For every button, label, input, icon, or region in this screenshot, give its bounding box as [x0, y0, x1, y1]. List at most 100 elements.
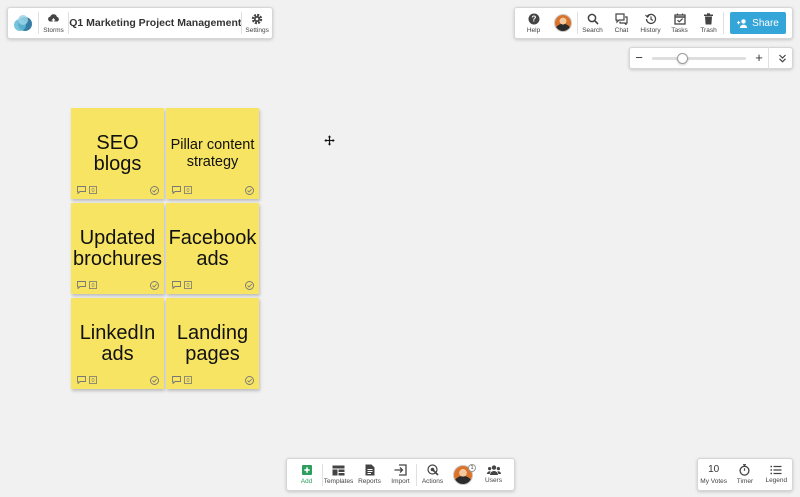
timer-button[interactable]: Timer [730, 460, 760, 490]
sticky-note[interactable]: SEO blogs 0 [71, 108, 164, 199]
note-footer: 0 [77, 376, 97, 384]
import-button[interactable]: Import [385, 460, 416, 490]
actions-button[interactable]: Actions [417, 460, 448, 490]
sticky-note[interactable]: Updated brochures 0 [71, 203, 164, 294]
history-button[interactable]: History [636, 8, 665, 38]
import-icon [394, 464, 407, 476]
actions-icon [426, 464, 439, 476]
zoom-control: − + [629, 47, 793, 69]
trash-label: Trash [700, 26, 717, 34]
divider [723, 12, 724, 34]
actions-label: Actions [421, 478, 444, 485]
check-circle-icon[interactable] [150, 186, 159, 195]
add-user-icon [737, 18, 748, 28]
note-text: LinkedIn ads [79, 322, 156, 365]
help-icon: ? [528, 13, 539, 24]
tasks-button[interactable]: Tasks [665, 8, 694, 38]
add-note-icon [301, 465, 312, 475]
templates-button[interactable]: Templates [323, 460, 354, 490]
chat-label: Chat [614, 26, 629, 34]
chat-button[interactable]: Chat [607, 8, 636, 38]
move-cursor-icon [324, 135, 335, 146]
settings-button[interactable]: Settings [242, 8, 272, 38]
note-count: 0 [91, 188, 94, 194]
sticky-note[interactable]: Pillar content strategy 0 [166, 108, 259, 199]
report-icon [365, 464, 374, 476]
divider [768, 47, 769, 69]
note-count: 0 [186, 283, 189, 289]
note-text: Landing pages [176, 322, 249, 365]
add-button[interactable]: Add [291, 460, 322, 490]
count-box-icon: 0 [184, 186, 192, 194]
profile-button[interactable] [548, 8, 577, 38]
timer-icon [739, 464, 751, 476]
history-label: History [640, 26, 661, 34]
sticky-note[interactable]: Landing pages 0 [166, 298, 259, 389]
storms-label: Storms [43, 26, 64, 34]
comment-icon[interactable] [172, 376, 181, 384]
note-count: 0 [91, 283, 94, 289]
comment-icon[interactable] [172, 281, 181, 289]
settings-label: Settings [245, 26, 269, 34]
top-toolbar: ? Help Search Chat History Tasks Trash S… [514, 7, 793, 39]
count-box-icon: 0 [89, 376, 97, 384]
votes-count: 10 [708, 463, 720, 475]
check-circle-icon[interactable] [150, 281, 159, 290]
note-footer: 0 [77, 281, 97, 289]
count-box-icon: 0 [184, 281, 192, 289]
help-button[interactable]: ? Help [519, 8, 548, 38]
storms-button[interactable]: Storms [39, 8, 69, 38]
active-user[interactable]: 1 [448, 463, 478, 485]
cloud-upload-icon [48, 13, 59, 24]
search-label: Search [582, 26, 603, 34]
trash-button[interactable]: Trash [694, 8, 723, 38]
check-circle-icon[interactable] [245, 376, 254, 385]
zoom-slider[interactable] [652, 52, 746, 64]
avatar [553, 14, 572, 32]
zoom-slider-handle[interactable] [676, 52, 688, 64]
bottom-toolbar: Add Templates Reports Import Actions 1 U… [286, 458, 515, 491]
sticky-note[interactable]: LinkedIn ads 0 [71, 298, 164, 389]
bottom-right-toolbar: 10 My Votes Timer Legend [697, 458, 793, 491]
note-footer: 0 [172, 376, 192, 384]
my-votes-button[interactable]: 10 My Votes [699, 460, 729, 490]
import-label: Import [391, 478, 410, 485]
share-label: Share [752, 17, 779, 29]
sticky-note[interactable]: Facebook ads 0 [166, 203, 259, 294]
logo-icon [13, 15, 32, 31]
double-chevron-down-icon [778, 54, 786, 63]
tasks-label: Tasks [671, 26, 688, 34]
zoom-in-button[interactable]: + [750, 48, 768, 68]
note-footer: 0 [172, 186, 192, 194]
add-label: Add [300, 478, 313, 485]
board-title: Q1 Marketing Project Management [69, 17, 242, 29]
legend-label: Legend [765, 477, 788, 484]
search-button[interactable]: Search [578, 8, 607, 38]
reports-button[interactable]: Reports [354, 460, 385, 490]
note-text: Updated brochures [73, 227, 162, 270]
comment-icon[interactable] [77, 281, 86, 289]
zoom-out-button[interactable]: − [630, 48, 648, 68]
stormboard-logo[interactable] [8, 8, 38, 38]
note-count: 0 [186, 188, 189, 194]
chat-icon [615, 12, 628, 25]
templates-label: Templates [323, 477, 354, 485]
comment-icon[interactable] [172, 186, 181, 194]
note-count: 0 [91, 378, 94, 384]
comment-icon[interactable] [77, 376, 86, 384]
check-circle-icon[interactable] [245, 186, 254, 195]
check-circle-icon[interactable] [245, 281, 254, 290]
check-circle-icon[interactable] [150, 376, 159, 385]
history-icon [644, 13, 656, 24]
count-box-icon: 0 [89, 186, 97, 194]
collapse-toolbar-button[interactable] [772, 48, 792, 68]
templates-icon [332, 465, 345, 475]
help-label: Help [526, 26, 541, 34]
comment-icon[interactable] [77, 186, 86, 194]
users-button[interactable]: Users [478, 460, 509, 490]
share-button[interactable]: Share [730, 12, 786, 34]
count-box-icon: 0 [184, 376, 192, 384]
users-count-badge: 1 [468, 463, 476, 472]
legend-button[interactable]: Legend [761, 460, 791, 490]
reports-label: Reports [358, 478, 381, 485]
